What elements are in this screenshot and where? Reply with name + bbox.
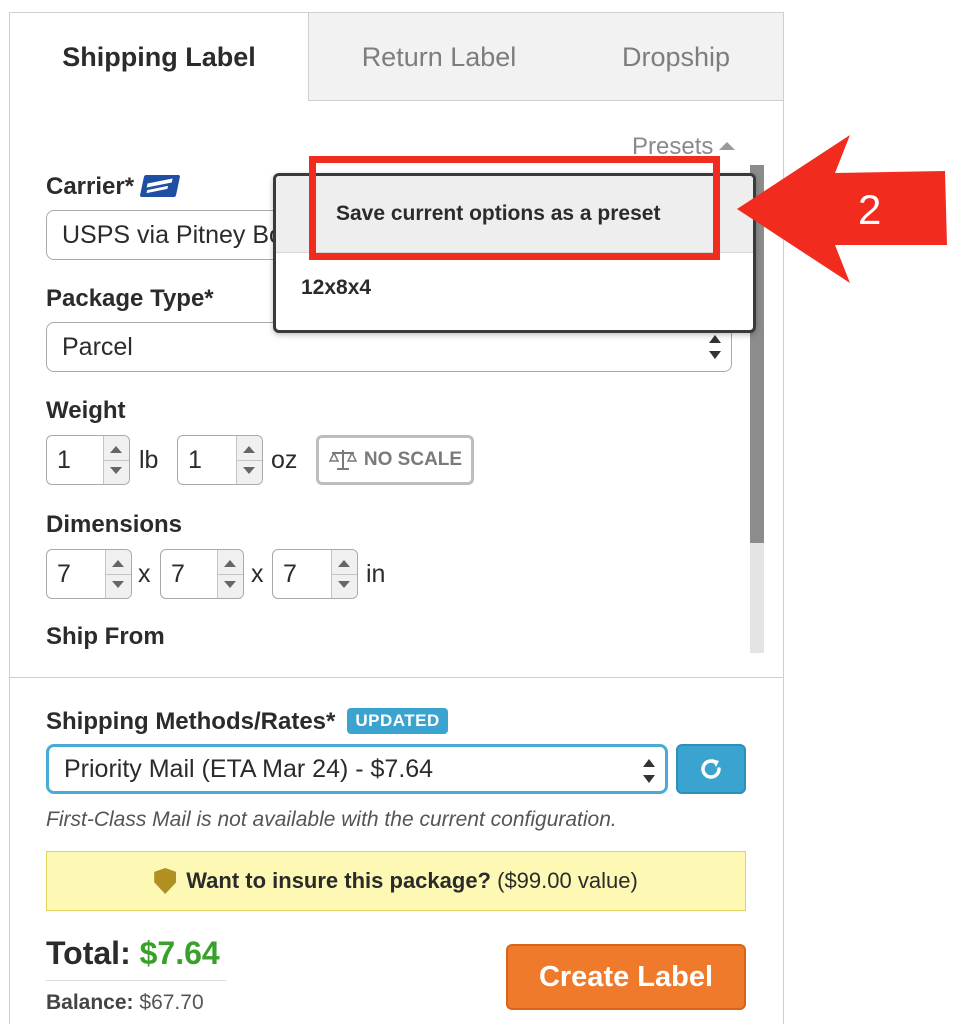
scale-icon — [328, 450, 358, 470]
weight-oz-value: 1 — [188, 445, 202, 474]
carrier-label: Carrier* — [46, 173, 135, 200]
dimension-unit: in — [366, 560, 386, 588]
no-scale-button[interactable]: NO SCALE — [316, 435, 474, 485]
total-row: Total: $7.64 — [46, 935, 226, 981]
rates-label: Shipping Methods/Rates* — [46, 708, 336, 735]
dimension-length-input[interactable]: 7 — [46, 549, 132, 599]
dimension-length-value: 7 — [57, 559, 71, 588]
dimension-height-input[interactable]: 7 — [272, 549, 358, 599]
dimensions-label: Dimensions — [46, 511, 183, 538]
insurance-question: Want to insure this package? — [186, 868, 491, 893]
section-divider — [10, 677, 783, 678]
package-type-value: Parcel — [62, 332, 133, 361]
annotation-arrow-icon — [737, 135, 947, 283]
tab-dropship[interactable]: Dropship — [568, 13, 783, 101]
annotation-highlight-box — [309, 156, 720, 260]
total-label: Total: — [46, 935, 131, 971]
caret-up-icon — [719, 142, 736, 150]
balance-row: Balance: $67.70 — [46, 991, 204, 1015]
balance-amount: $67.70 — [139, 991, 204, 1014]
dimension-height-value: 7 — [283, 559, 297, 588]
usps-eagle-icon — [139, 175, 181, 197]
shield-icon — [154, 868, 177, 894]
dimension-separator: x — [251, 560, 264, 588]
weight-lb-value: 1 — [57, 445, 71, 474]
balance-label: Balance: — [46, 991, 134, 1014]
annotation-step-number: 2 — [858, 186, 882, 233]
lb-unit: lb — [139, 446, 159, 474]
dimension-width-value: 7 — [171, 559, 185, 588]
weight-label: Weight — [46, 397, 126, 424]
total-amount: $7.64 — [139, 935, 220, 971]
refresh-rates-button[interactable] — [676, 744, 746, 794]
preset-menu-item[interactable]: 12x8x4 — [276, 268, 753, 308]
rates-note: First-Class Mail is not available with t… — [46, 808, 617, 831]
rates-label-row: Shipping Methods/Rates* UPDATED — [46, 708, 448, 736]
no-scale-label: NO SCALE — [363, 449, 463, 470]
tab-return-label[interactable]: Return Label — [310, 13, 568, 101]
ship-from-label: Ship From — [46, 623, 165, 650]
tab-shipping-label[interactable]: Shipping Label — [10, 13, 308, 101]
updated-badge: UPDATED — [347, 708, 448, 734]
package-type-label: Package Type* — [46, 285, 214, 312]
insurance-value: ($99.00 value) — [497, 868, 638, 893]
shipping-rate-value: Priority Mail (ETA Mar 24) - $7.64 — [64, 754, 434, 783]
dimension-separator: x — [138, 560, 151, 588]
carrier-label-row: Carrier* — [46, 173, 181, 201]
refresh-icon — [701, 759, 721, 779]
create-label-button[interactable]: Create Label — [506, 944, 746, 1010]
weight-lb-input[interactable]: 1 — [46, 435, 130, 485]
dimension-width-input[interactable]: 7 — [160, 549, 244, 599]
weight-oz-input[interactable]: 1 — [177, 435, 263, 485]
oz-unit: oz — [271, 446, 298, 474]
select-arrows-icon — [709, 335, 721, 359]
select-arrows-icon — [643, 759, 655, 783]
shipping-rate-select[interactable]: Priority Mail (ETA Mar 24) - $7.64 — [46, 744, 668, 794]
insurance-banner[interactable]: Want to insure this package? ($99.00 val… — [46, 851, 746, 911]
